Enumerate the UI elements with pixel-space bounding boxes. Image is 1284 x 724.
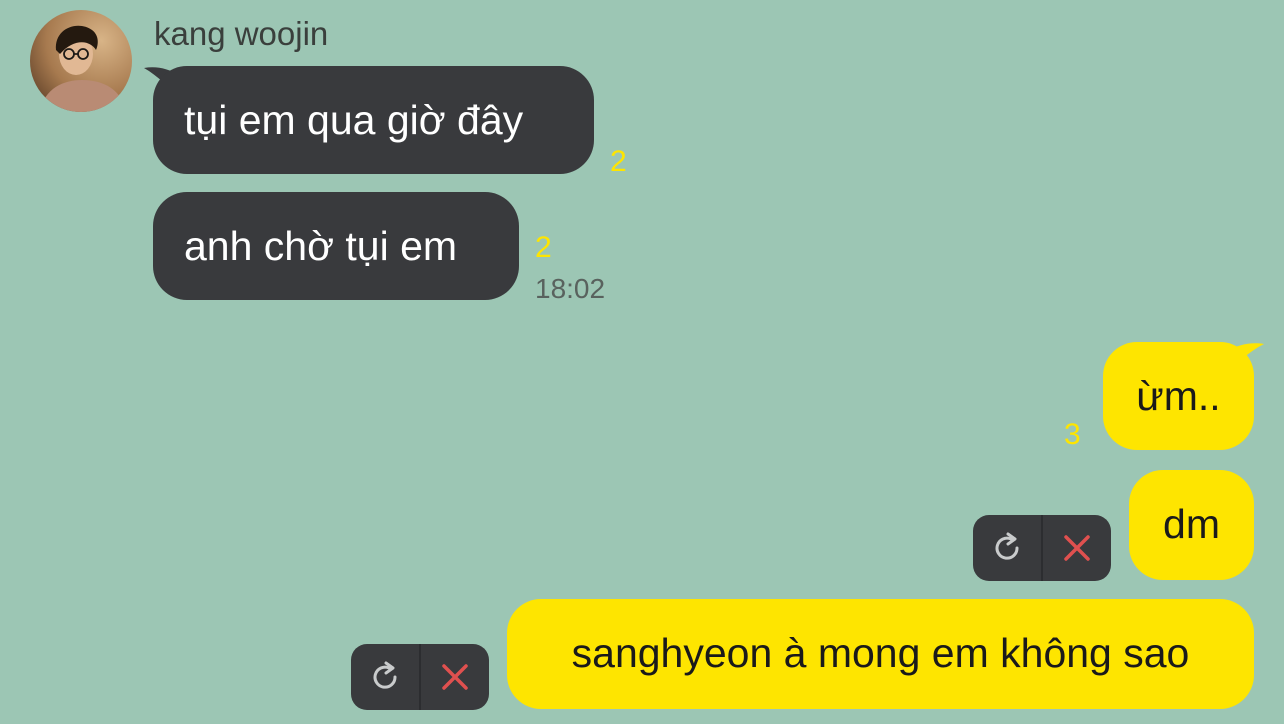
incoming-message[interactable]: anh chờ tụi em [153,192,519,300]
failed-message-actions [351,644,489,710]
outgoing-message[interactable]: dm [1129,470,1254,580]
sender-name: kang woojin [154,15,329,52]
close-icon [1064,535,1090,561]
message-text: tụi em qua giờ đây [184,97,524,143]
retry-icon [373,661,397,689]
message-text: ừm.. [1136,373,1221,419]
unread-count: 2 [535,231,552,264]
sender-avatar[interactable] [30,10,132,112]
delete-button[interactable] [1043,515,1111,581]
retry-button[interactable] [351,644,421,710]
message-text: anh chờ tụi em [184,223,458,269]
outgoing-message[interactable]: ừm.. [1103,342,1254,450]
outgoing-message[interactable]: sanghyeon à mong em không sao [507,599,1254,709]
message-text: dm [1163,501,1220,547]
chat-room: kang woojin tụi em qua giờ đây 2 anh chờ… [0,0,1284,724]
failed-message-actions [973,515,1111,581]
close-icon [442,664,468,690]
message-text: sanghyeon à mong em không sao [571,630,1190,676]
message-time: 18:02 [535,273,606,304]
retry-button[interactable] [973,515,1043,581]
incoming-message[interactable]: tụi em qua giờ đây [153,66,594,174]
unread-count: 3 [1064,418,1081,451]
delete-button[interactable] [421,644,489,710]
profile-photo-icon [30,10,132,112]
retry-icon [995,532,1019,560]
unread-count: 2 [610,145,627,178]
